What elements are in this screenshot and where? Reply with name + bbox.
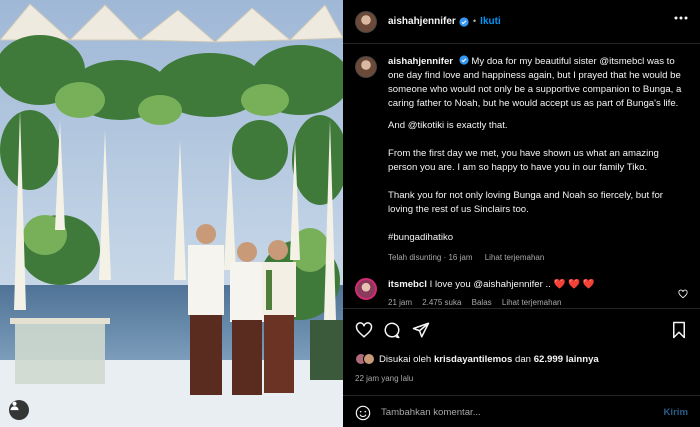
liked-by-user[interactable]: krisdayantilemos	[434, 354, 512, 365]
caption-meta: Telah disunting · 16 jam Lihat terjemaha…	[388, 251, 688, 265]
avatar[interactable]	[355, 56, 377, 78]
post-timestamp: 22 jam yang lalu	[355, 374, 414, 383]
comment-icon[interactable]	[383, 321, 401, 339]
emoji-icon[interactable]	[355, 405, 371, 421]
caption-paragraph-4: Thank you for not only loving Bunga and …	[388, 190, 664, 215]
comment-item: itsmebcl I love you @aishahjennifer .. ❤…	[355, 278, 688, 310]
post-header: aishahjennifer • Ikuti	[343, 0, 700, 44]
comment-text: I love you @aishahjennifer ..	[429, 279, 551, 290]
liked-by-line: Disukai oleh krisdayantilemos dan 62.999…	[355, 353, 599, 365]
separator-dot: •	[472, 16, 477, 27]
liked-by-and: dan	[515, 353, 532, 365]
follow-button[interactable]: Ikuti	[480, 16, 501, 27]
add-comment-bar: Tambahkan komentar... Kirim	[343, 395, 700, 427]
wedding-photo-illustration	[0, 0, 343, 427]
more-horizontal-icon[interactable]	[674, 16, 688, 20]
liked-by-count[interactable]: 62.999 lainnya	[534, 354, 599, 365]
header-username[interactable]: aishahjennifer	[388, 16, 456, 27]
post-photo[interactable]	[0, 0, 343, 427]
commenter-avatar[interactable]	[355, 278, 377, 300]
tagged-users-button[interactable]	[9, 400, 29, 420]
liked-by-prefix: Disukai oleh	[379, 353, 432, 365]
comment-reply[interactable]: Balas	[472, 298, 492, 307]
instagram-post-view: aishahjennifer • Ikuti aishahjennifer My…	[0, 0, 700, 427]
liker-avatar	[363, 353, 375, 365]
post-actions: Disukai oleh krisdayantilemos dan 62.999…	[343, 308, 700, 427]
comment-likes[interactable]: 2.475 suka	[422, 298, 461, 307]
post-caption: aishahjennifer My doa for my beautiful s…	[355, 55, 688, 265]
translate-link[interactable]: Lihat terjemahan	[485, 253, 545, 262]
user-icon	[10, 401, 19, 411]
verified-badge-icon	[459, 55, 469, 65]
comment-input[interactable]: Tambahkan komentar...	[381, 407, 663, 418]
heart-icon[interactable]	[355, 321, 373, 339]
bookmark-icon[interactable]	[670, 321, 688, 339]
comment-time: 21 jam	[388, 298, 413, 307]
verified-badge-icon	[459, 16, 469, 27]
send-comment-button[interactable]: Kirim	[663, 407, 688, 418]
caption-paragraph-3: From the first day we met, you have show…	[388, 148, 659, 173]
post-detail-panel: aishahjennifer • Ikuti aishahjennifer My…	[343, 0, 700, 427]
share-icon[interactable]	[412, 321, 430, 339]
caption-hashtag[interactable]: #bungadihatiko	[388, 231, 688, 245]
comment-translate-link[interactable]: Lihat terjemahan	[502, 298, 562, 307]
comment-heart-icon[interactable]	[678, 289, 688, 299]
comment-hearts: ❤️ ❤️ ❤️	[553, 279, 595, 290]
commenter-username[interactable]: itsmebcl	[388, 279, 427, 290]
caption-paragraph-2: And @tikotiki is exactly that.	[388, 120, 508, 131]
avatar[interactable]	[355, 10, 377, 33]
caption-username[interactable]: aishahjennifer	[388, 56, 453, 67]
edited-timestamp: Telah disunting · 16 jam	[388, 253, 473, 262]
